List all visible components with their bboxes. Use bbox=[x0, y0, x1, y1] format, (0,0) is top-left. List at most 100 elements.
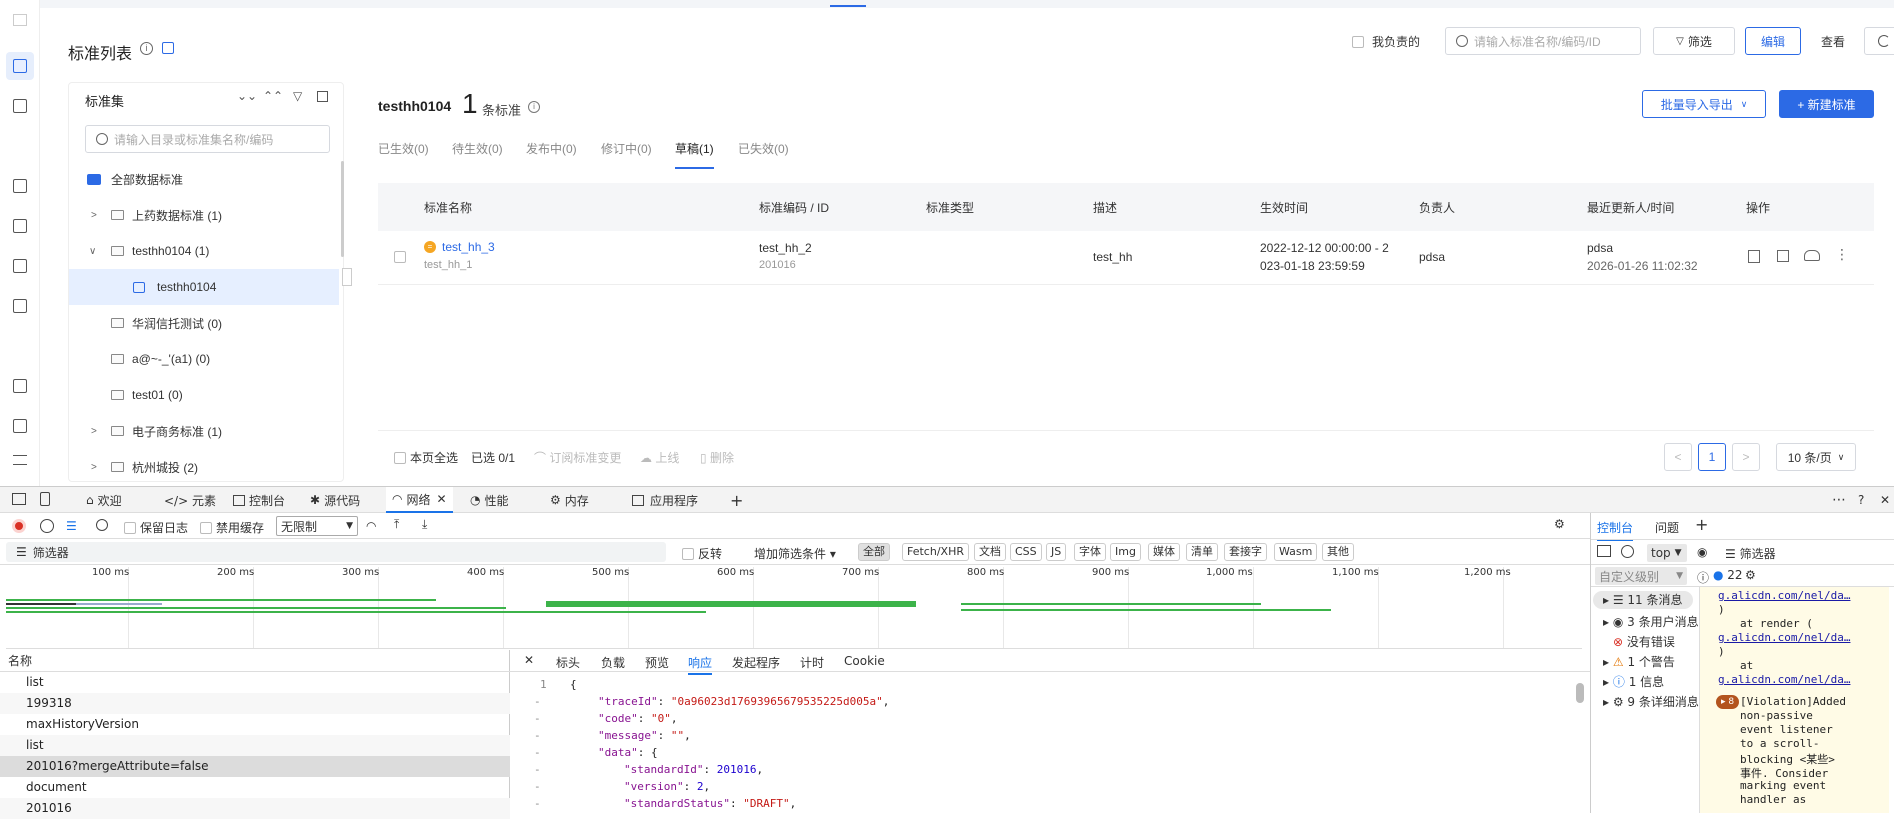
upload-har-icon[interactable]: ⤒ bbox=[394, 517, 399, 532]
info-icon[interactable]: ⓘ bbox=[1697, 569, 1709, 586]
document-icon[interactable] bbox=[13, 379, 27, 393]
level-select[interactable]: 自定义级别 ▼ bbox=[1595, 567, 1687, 585]
row-checkbox[interactable] bbox=[394, 251, 406, 263]
device-icon[interactable] bbox=[40, 492, 50, 506]
request-row[interactable]: list bbox=[0, 672, 510, 693]
tree-item-all[interactable]: 全部数据标准 bbox=[69, 161, 339, 197]
tab-response[interactable]: 响应 bbox=[688, 654, 713, 675]
request-row[interactable]: 199318 bbox=[0, 693, 510, 714]
filter-icon[interactable]: ▽ bbox=[293, 89, 302, 103]
text-icon[interactable] bbox=[13, 419, 27, 433]
tree-search-input[interactable]: 请输入目录或标准集名称/编码 bbox=[85, 125, 330, 153]
network-settings-icon[interactable]: ⚙ bbox=[1554, 517, 1565, 531]
batch-import-export-button[interactable]: 批量导入导出 ∨ bbox=[1642, 90, 1766, 118]
edit-icon[interactable] bbox=[317, 91, 328, 102]
next-page-button[interactable]: > bbox=[1732, 443, 1760, 471]
add-tab-icon[interactable]: + bbox=[1695, 515, 1708, 534]
mine-checkbox[interactable]: 我负责的 bbox=[1352, 33, 1420, 50]
tab-expired[interactable]: 已失效(0) bbox=[738, 140, 789, 157]
group-info[interactable]: ▸ ⓘ 1 信息 bbox=[1603, 673, 1664, 690]
log-link[interactable]: g.alicdn.com/nel/da… bbox=[1718, 589, 1850, 602]
menu-icon[interactable] bbox=[13, 455, 27, 465]
tab-sources[interactable]: ✱ 源代码 bbox=[310, 487, 360, 513]
tab-pending[interactable]: 待生效(0) bbox=[452, 140, 503, 157]
info-icon[interactable]: i bbox=[140, 42, 153, 55]
filter-button[interactable]: ▽ 筛选 bbox=[1653, 27, 1735, 55]
edit-button[interactable]: 编辑 bbox=[1745, 27, 1801, 55]
expand-all-icon[interactable]: ⌄⌄ bbox=[237, 89, 257, 103]
type-filter-manifest[interactable]: 清单 bbox=[1186, 543, 1218, 561]
search-input[interactable]: 请输入标准名称/编码/ID bbox=[1445, 27, 1641, 55]
record-icon[interactable] bbox=[12, 519, 26, 533]
splitter-handle[interactable] bbox=[342, 268, 352, 286]
type-filter-all[interactable]: 全部 bbox=[858, 543, 890, 561]
type-filter-wasm[interactable]: Wasm bbox=[1274, 543, 1318, 561]
filter-icon[interactable]: ☰ bbox=[66, 519, 77, 533]
tab-memory[interactable]: ⚙ 内存 bbox=[550, 487, 589, 513]
tree-item[interactable]: > 杭州城投 (2) bbox=[69, 449, 339, 485]
clear-console-icon[interactable] bbox=[1621, 545, 1634, 558]
clipboard-icon[interactable] bbox=[13, 179, 27, 193]
delete-button[interactable]: ▯ 删除 bbox=[700, 449, 734, 466]
type-filter-media[interactable]: 媒体 bbox=[1148, 543, 1180, 561]
new-standard-button[interactable]: + 新建标准 bbox=[1779, 90, 1874, 118]
tree-item[interactable]: 华润信托测试 (0) bbox=[69, 305, 339, 341]
group-warnings[interactable]: ▸ ⚠ 1 个警告 bbox=[1603, 653, 1675, 670]
tree-item[interactable]: ∨ testhh0104 (1) bbox=[69, 233, 339, 269]
type-filter-other[interactable]: 其他 bbox=[1322, 543, 1354, 561]
chevron-right-icon[interactable]: > bbox=[91, 462, 97, 473]
download-har-icon[interactable]: ⤓ bbox=[422, 517, 427, 532]
page-button-1[interactable]: 1 bbox=[1698, 443, 1726, 471]
preserve-log-checkbox[interactable]: 保留日志 bbox=[124, 519, 188, 536]
type-filter-font[interactable]: 字体 bbox=[1074, 543, 1106, 561]
tab-initiator[interactable]: 发起程序 bbox=[732, 654, 780, 671]
tab-welcome[interactable]: ⌂ 欢迎 bbox=[86, 487, 122, 513]
tree-item[interactable]: > 电子商务标准 (1) bbox=[69, 413, 339, 449]
close-devtools-icon[interactable]: ✕ bbox=[1880, 487, 1890, 513]
tab-payload[interactable]: 负载 bbox=[601, 654, 625, 671]
group-errors[interactable]: ⊗ 没有错误 bbox=[1613, 633, 1675, 650]
edit-icon[interactable] bbox=[1777, 250, 1789, 262]
tree-item[interactable]: test01 (0) bbox=[69, 377, 339, 413]
view-button[interactable]: 查看 bbox=[1804, 27, 1862, 55]
eye-icon[interactable]: ◉ bbox=[1697, 545, 1707, 559]
type-filter-css[interactable]: CSS bbox=[1010, 543, 1042, 561]
group-messages[interactable]: ▸ ☰ 11 条消息 bbox=[1593, 591, 1693, 609]
tab-elements[interactable]: </> 元素 bbox=[164, 487, 216, 513]
refresh-button[interactable] bbox=[1864, 27, 1894, 55]
tab-cookies[interactable]: Cookie bbox=[844, 654, 885, 668]
type-filter-fetch[interactable]: Fetch/XHR bbox=[902, 543, 969, 561]
tab-console[interactable]: 控制台 bbox=[1597, 519, 1634, 541]
tree-item[interactable]: a@~-_'(a1) (0) bbox=[69, 341, 339, 377]
subscribe-button[interactable]: ⌒ 订阅标准变更 bbox=[534, 449, 621, 466]
more-filters-button[interactable]: 增加筛选条件 ▾ bbox=[754, 545, 836, 562]
type-filter-doc[interactable]: 文档 bbox=[974, 543, 1006, 561]
more-icon[interactable]: ⋮ bbox=[1835, 246, 1849, 263]
add-tab-icon[interactable]: + bbox=[730, 487, 743, 513]
request-row-selected[interactable]: 201016?mergeAttribute=false bbox=[0, 756, 510, 777]
settings-icon[interactable]: ⚙ bbox=[1745, 568, 1756, 582]
filter-input[interactable]: ☰ 筛选器 bbox=[6, 542, 666, 562]
folder-icon[interactable] bbox=[13, 99, 27, 113]
response-scrollbar[interactable] bbox=[1576, 683, 1584, 703]
tab-application[interactable]: 应用程序 bbox=[632, 487, 698, 513]
prev-page-button[interactable]: < bbox=[1664, 443, 1692, 471]
search-icon[interactable] bbox=[96, 519, 108, 531]
group-verbose[interactable]: ▸ ⚙ 9 条详细消息 bbox=[1603, 693, 1699, 710]
chevron-right-icon[interactable]: > bbox=[91, 210, 97, 221]
invert-checkbox[interactable]: 反转 bbox=[682, 545, 722, 562]
select-all-checkbox[interactable]: 本页全选 bbox=[394, 449, 458, 466]
collapse-all-icon[interactable]: ⌃⌃ bbox=[263, 89, 283, 103]
tab-issues[interactable]: 问题 bbox=[1655, 519, 1679, 536]
chevron-down-icon[interactable]: ∨ bbox=[89, 246, 96, 257]
tab-network[interactable]: ◠ 网络 ✕ bbox=[386, 487, 453, 513]
clear-icon[interactable] bbox=[40, 519, 54, 533]
tree-scrollbar[interactable] bbox=[341, 161, 344, 257]
log-link[interactable]: g.alicdn.com/nel/da… bbox=[1718, 631, 1850, 644]
message-count[interactable]: ● 22 bbox=[1713, 568, 1743, 582]
tab-preview[interactable]: 预览 bbox=[645, 654, 669, 671]
filter-icon[interactable]: ☰ 筛选器 bbox=[1725, 545, 1776, 562]
tree-item-selected[interactable]: testhh0104 bbox=[69, 269, 339, 305]
group-user[interactable]: ▸ ◉ 3 条用户消息 bbox=[1603, 613, 1699, 630]
tab-publishing[interactable]: 发布中(0) bbox=[526, 140, 577, 157]
